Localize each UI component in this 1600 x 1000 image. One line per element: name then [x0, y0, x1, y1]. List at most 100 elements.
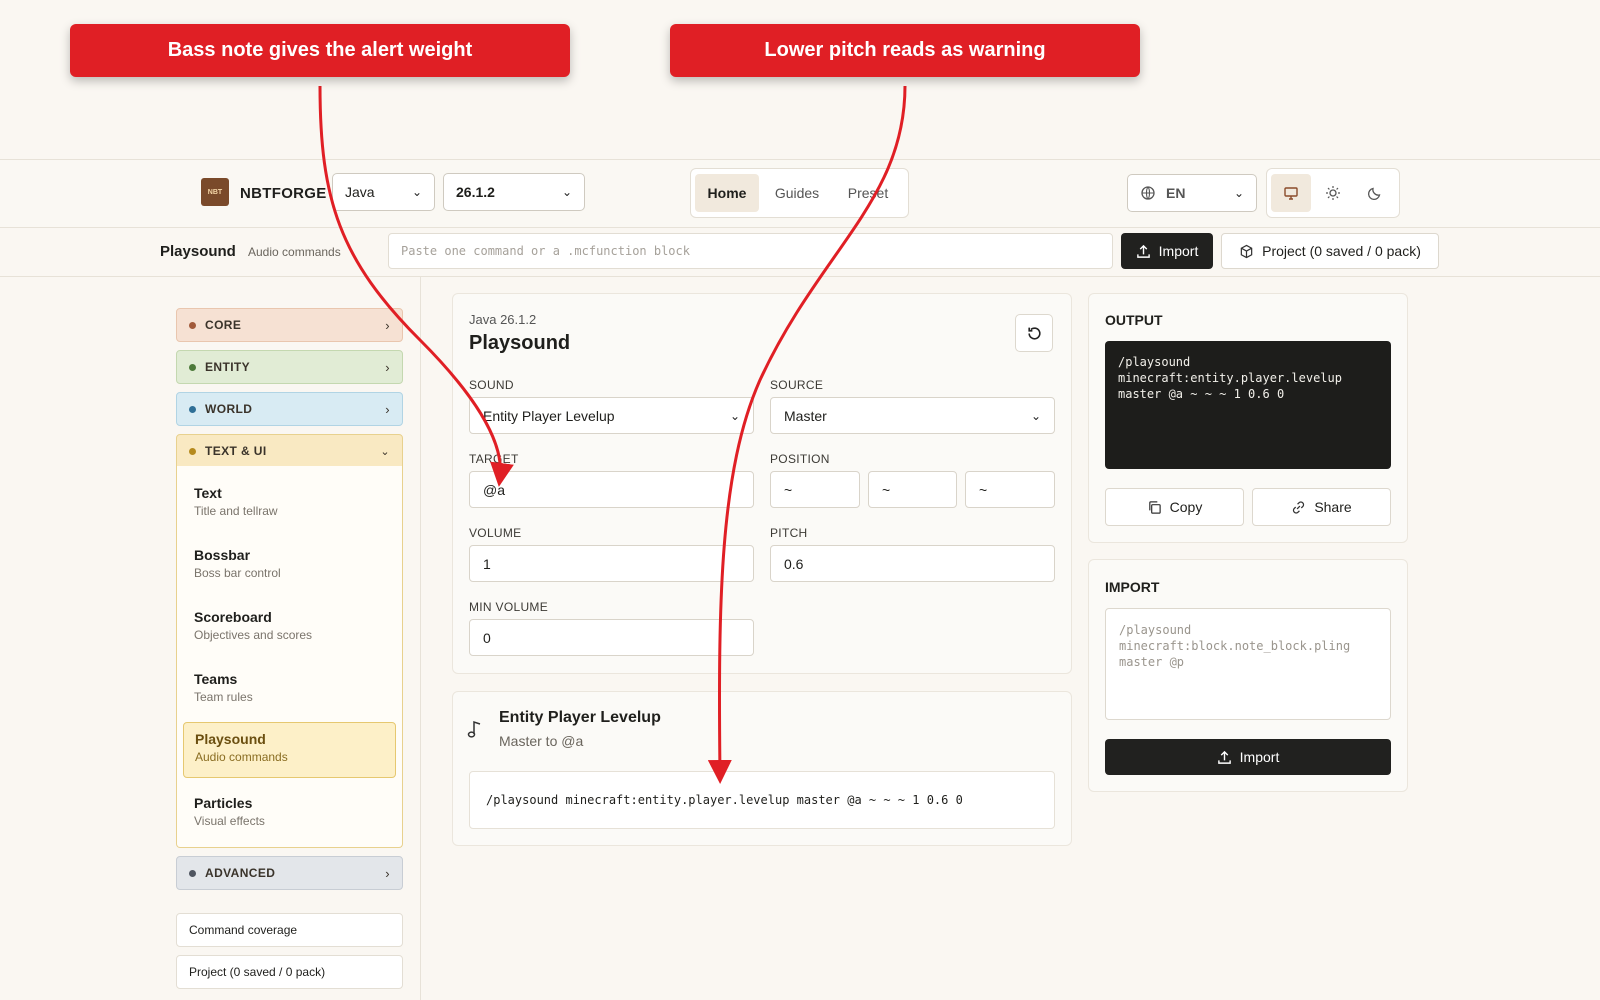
sidebar-item-text[interactable]: Text Title and tellraw: [183, 477, 396, 531]
moon-icon: [1367, 187, 1381, 201]
chevron-down-icon: ⌄: [729, 408, 740, 423]
category-world[interactable]: WORLD ›: [176, 392, 403, 426]
category-dot: [189, 869, 196, 877]
pitch-label: PITCH: [770, 526, 808, 540]
category-label: TEXT & UI: [205, 444, 267, 458]
chevron-down-icon: ⌄: [380, 445, 390, 458]
chevron-down-icon: ⌄: [561, 185, 572, 199]
chevron-down-icon: ⌄: [1030, 408, 1041, 423]
chevron-down-icon: ⌄: [1233, 186, 1244, 200]
source-select[interactable]: Master ⌄: [770, 397, 1055, 434]
summary-subtitle: Master to @a: [499, 733, 584, 749]
version-value: 26.1.2: [456, 184, 495, 200]
command-coverage-link[interactable]: Command coverage: [176, 913, 403, 947]
volume-label: VOLUME: [469, 526, 522, 540]
paste-command-input[interactable]: Paste one command or a .mcfunction block: [388, 233, 1113, 269]
monitor-icon: [1284, 187, 1298, 200]
category-text-ui[interactable]: TEXT & UI ⌄: [176, 434, 403, 468]
min-volume-label: MIN VOLUME: [469, 600, 549, 614]
project-label: Project (0 saved / 0 pack): [1262, 243, 1421, 259]
category-dot: [189, 321, 196, 329]
globe-icon: [1141, 186, 1155, 200]
import-button[interactable]: Import: [1105, 739, 1391, 775]
volume-input[interactable]: 1: [469, 545, 754, 582]
sidebar-item-desc: Boss bar control: [194, 566, 281, 580]
sidebar-item-title: Text: [194, 485, 222, 501]
chevron-right-icon: ›: [385, 865, 390, 881]
copy-button[interactable]: Copy: [1105, 488, 1244, 526]
import-button-top[interactable]: Import: [1121, 233, 1213, 269]
output-code: /playsound minecraft:entity.player.level…: [1105, 341, 1391, 469]
version-select[interactable]: 26.1.2 ⌄: [443, 173, 585, 211]
sound-select[interactable]: Entity Player Levelup ⌄: [469, 397, 754, 434]
sidebar-item-bossbar[interactable]: Bossbar Boss bar control: [183, 539, 396, 593]
target-label: TARGET: [469, 452, 519, 466]
upload-icon: [1136, 244, 1150, 258]
position-y-input[interactable]: ~: [868, 471, 957, 508]
chevron-right-icon: ›: [385, 317, 390, 333]
theme-system-button[interactable]: [1271, 174, 1311, 212]
music-note-icon: [467, 720, 481, 738]
source-value: Master: [784, 407, 827, 424]
import-panel-label: Import: [1239, 749, 1280, 765]
sidebar-item-title: Teams: [194, 671, 238, 687]
min-volume-input[interactable]: 0: [469, 619, 754, 656]
import-label: Import: [1158, 243, 1199, 259]
theme-dark-button[interactable]: [1355, 174, 1395, 212]
language-select[interactable]: EN ⌄: [1127, 174, 1257, 212]
nav-guides[interactable]: Guides: [763, 174, 831, 212]
sidebar-item-desc: Objectives and scores: [194, 628, 313, 642]
sound-label: SOUND: [469, 378, 514, 392]
page-title: Playsound: [160, 243, 236, 260]
category-core[interactable]: CORE ›: [176, 308, 403, 342]
category-entity[interactable]: ENTITY ›: [176, 350, 403, 384]
language-value: EN: [1166, 185, 1186, 201]
sidebar-item-desc: Audio commands: [195, 750, 288, 764]
sidebar-item-desc: Visual effects: [194, 814, 265, 828]
sidebar-item-playsound[interactable]: Playsound Audio commands: [183, 722, 396, 778]
copy-label: Copy: [1169, 499, 1203, 515]
position-z-input[interactable]: ~: [965, 471, 1055, 508]
page-subtitle: Audio commands: [248, 245, 341, 259]
reset-icon: [1027, 326, 1041, 340]
sidebar-project-link[interactable]: Project (0 saved / 0 pack): [176, 955, 403, 989]
nav-home[interactable]: Home: [695, 174, 759, 212]
edition-line: Java 26.1.2: [469, 312, 537, 327]
category-dot: [189, 405, 196, 413]
reset-button[interactable]: [1015, 314, 1053, 352]
position-label: POSITION: [770, 452, 830, 466]
theme-switcher: [1266, 168, 1400, 218]
target-input[interactable]: @a: [469, 471, 754, 508]
output-heading: OUTPUT: [1105, 312, 1163, 328]
summary-title: Entity Player Levelup: [499, 709, 661, 726]
project-button-top[interactable]: Project (0 saved / 0 pack): [1221, 233, 1439, 269]
nav-preset[interactable]: Preset: [835, 174, 901, 212]
source-label: SOURCE: [770, 378, 824, 392]
package-icon: [1240, 244, 1253, 258]
callout-bass-note: Bass note gives the alert weight: [70, 24, 570, 77]
share-label: Share: [1314, 499, 1352, 515]
language-group: EN: [1140, 185, 1185, 201]
edition-value: Java: [345, 184, 375, 200]
sidebar-item-title: Bossbar: [194, 547, 251, 563]
share-button[interactable]: Share: [1252, 488, 1391, 526]
chevron-right-icon: ›: [385, 359, 390, 375]
sidebar-item-desc: Title and tellraw: [194, 504, 278, 518]
edition-select[interactable]: Java ⌄: [332, 173, 435, 211]
form-title: Playsound: [469, 332, 571, 354]
category-label: ADVANCED: [205, 866, 276, 880]
sidebar-item-title: Playsound: [195, 731, 266, 747]
link-icon: [1293, 500, 1305, 514]
chevron-down-icon: ⌄: [411, 185, 422, 199]
sidebar-item-particles[interactable]: Particles Visual effects: [183, 787, 396, 841]
position-x-input[interactable]: ~: [770, 471, 860, 508]
import-textarea[interactable]: /playsound minecraft:block.note_block.pl…: [1105, 608, 1391, 720]
category-label: CORE: [205, 318, 242, 332]
pitch-input[interactable]: 0.6: [770, 545, 1055, 582]
category-dot: [189, 447, 196, 455]
sidebar-item-teams[interactable]: Teams Team rules: [183, 663, 396, 717]
theme-light-button[interactable]: [1313, 174, 1353, 212]
category-label: WORLD: [205, 402, 253, 416]
sidebar-item-scoreboard[interactable]: Scoreboard Objectives and scores: [183, 601, 396, 655]
category-advanced[interactable]: ADVANCED ›: [176, 856, 403, 890]
